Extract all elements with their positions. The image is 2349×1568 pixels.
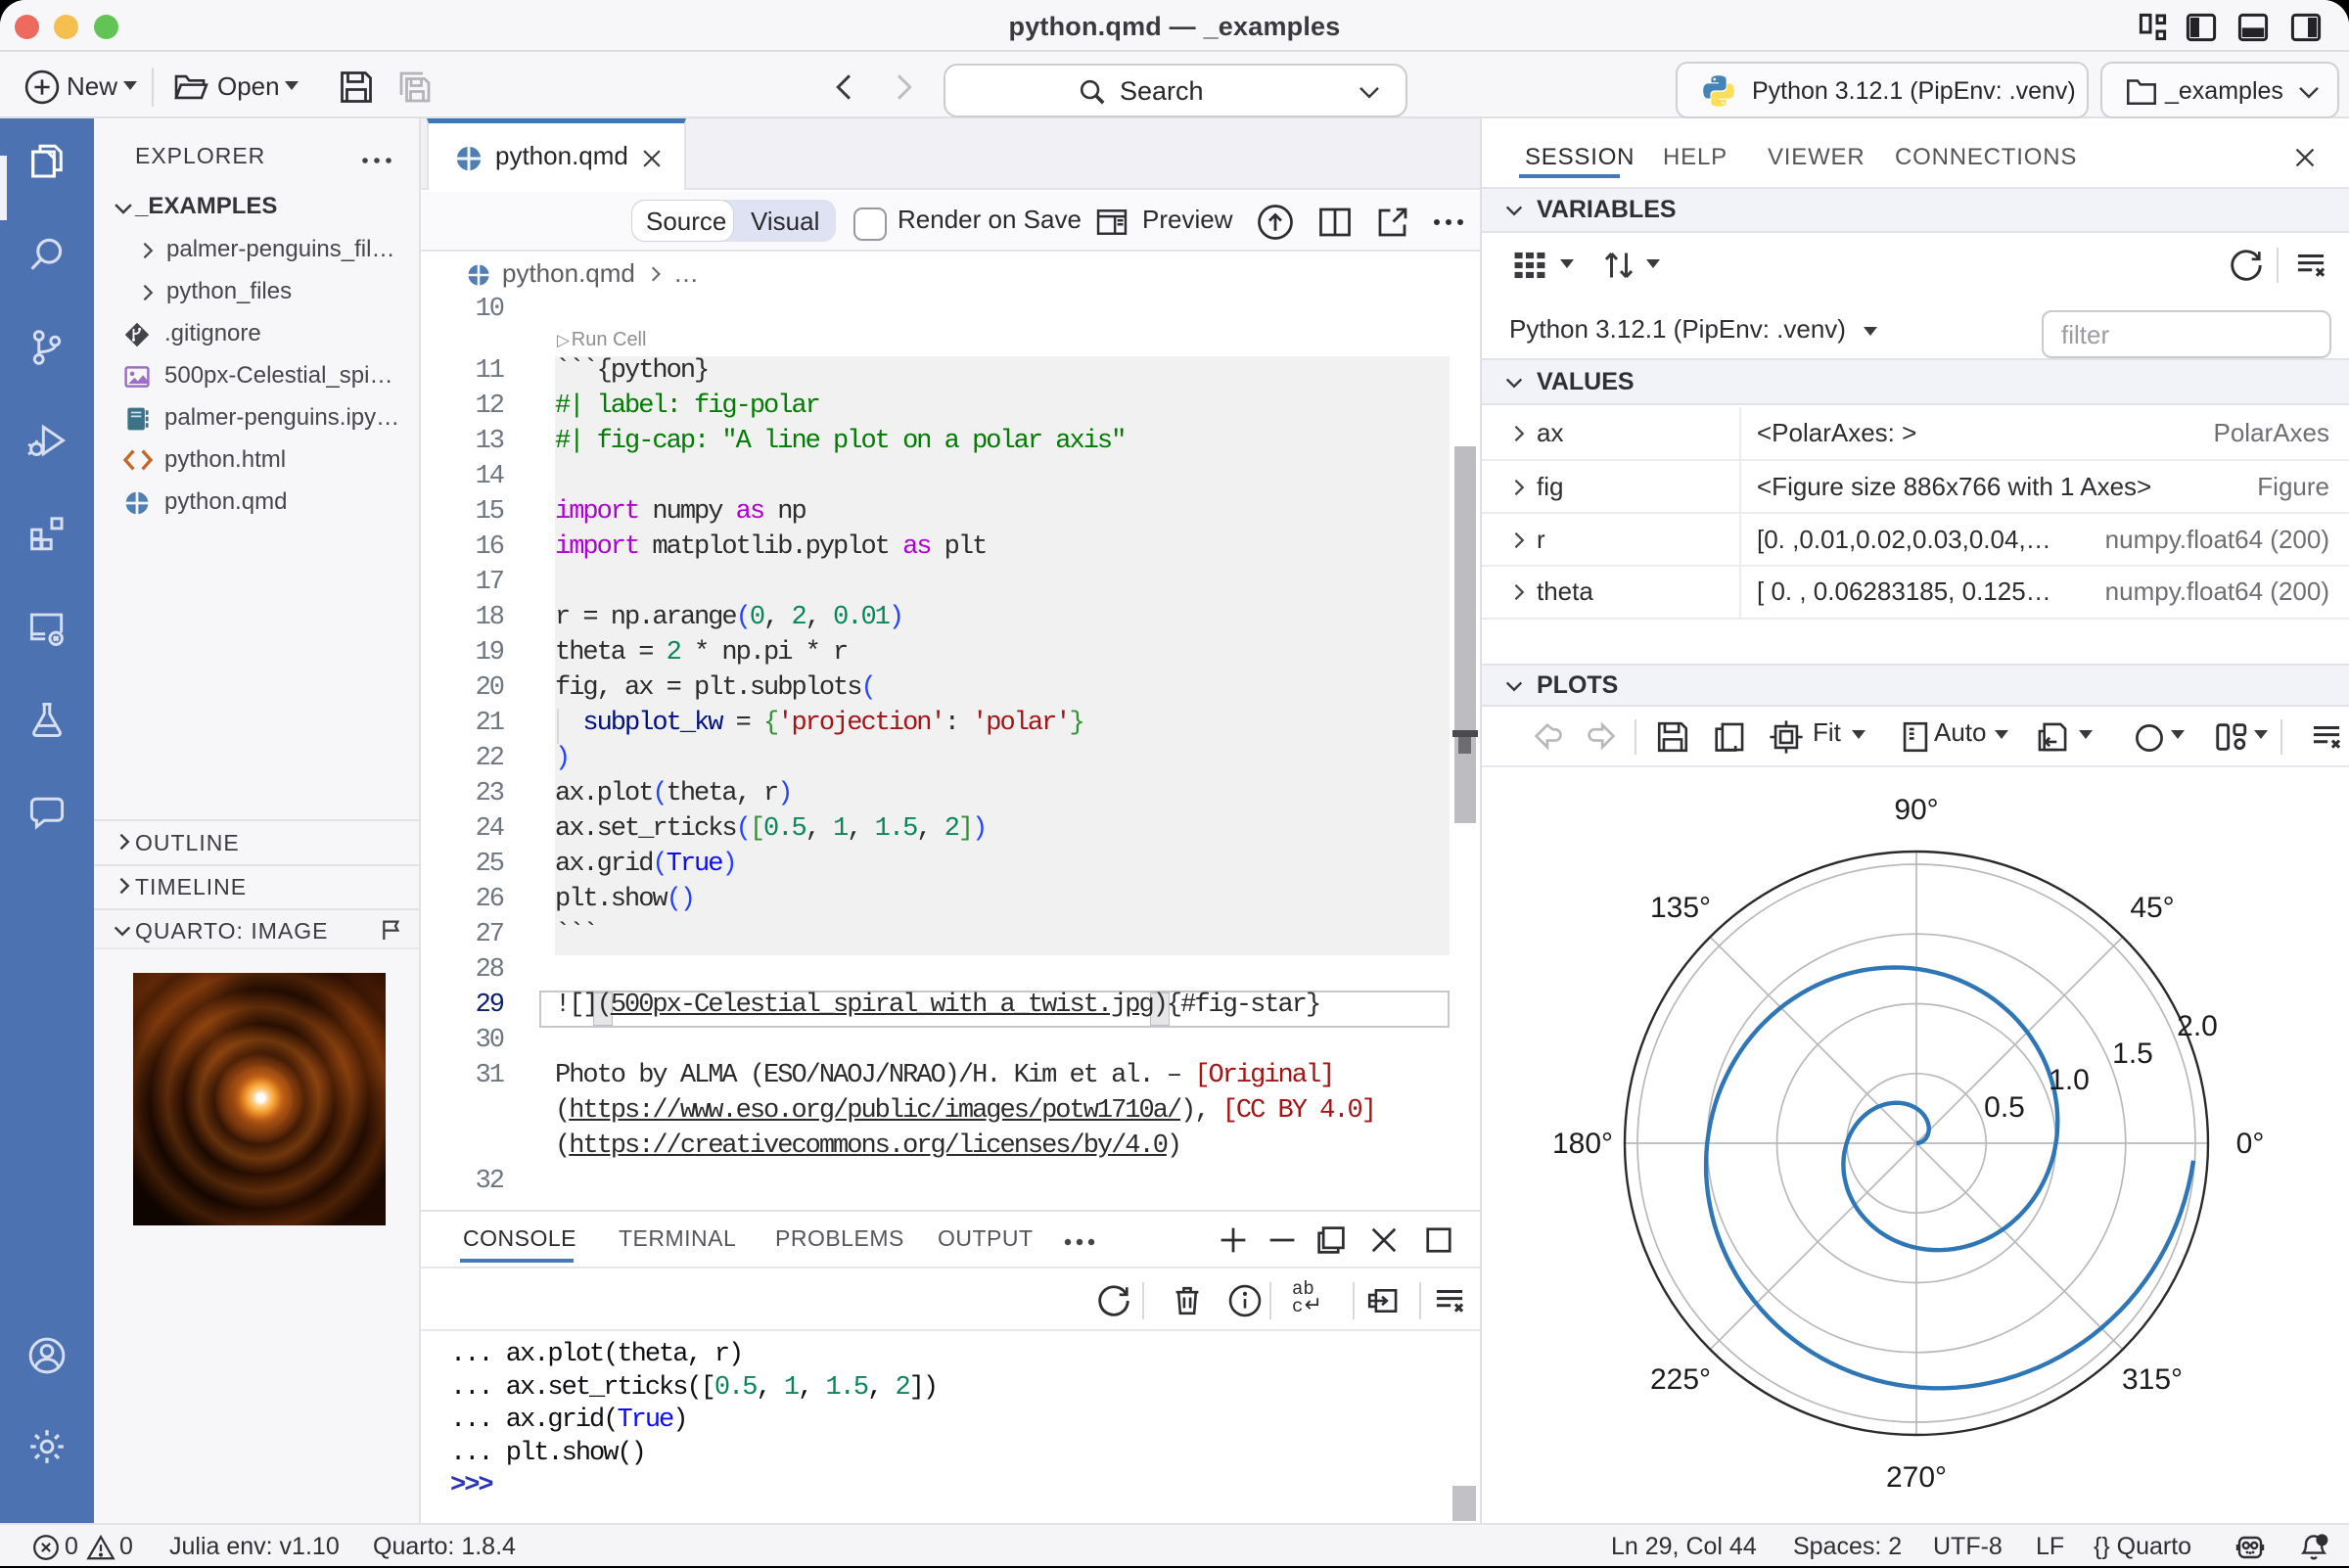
svg-text:0°: 0° — [2236, 1128, 2265, 1160]
svg-text:0.5: 0.5 — [1984, 1091, 2025, 1124]
svg-text:2.0: 2.0 — [2177, 1010, 2218, 1042]
svg-text:270°: 270° — [1886, 1461, 1947, 1494]
svg-text:90°: 90° — [1894, 794, 1938, 826]
svg-text:1.5: 1.5 — [2112, 1038, 2153, 1070]
svg-text:315°: 315° — [2122, 1363, 2183, 1396]
svg-text:180°: 180° — [1552, 1128, 1613, 1160]
svg-text:225°: 225° — [1650, 1363, 1711, 1396]
svg-text:45°: 45° — [2130, 892, 2174, 924]
svg-text:1.0: 1.0 — [2049, 1064, 2090, 1096]
svg-text:135°: 135° — [1650, 892, 1711, 924]
